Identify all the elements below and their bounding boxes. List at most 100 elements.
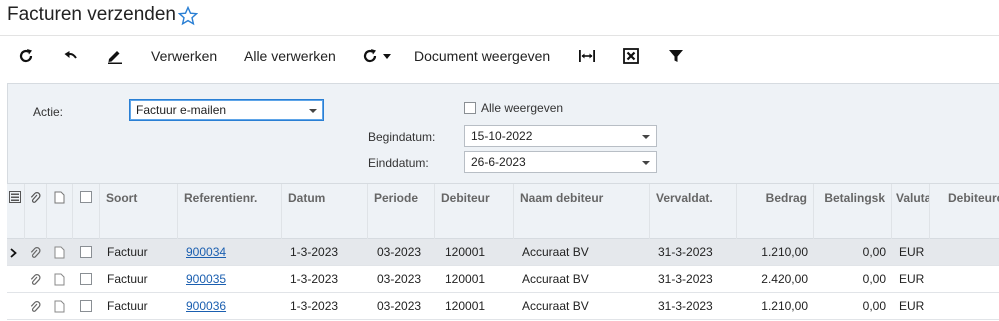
show-all-label: Alle weergeven	[481, 101, 564, 115]
pencil-icon	[108, 51, 122, 64]
filter-icon	[669, 50, 683, 62]
filter-panel: Actie: Factuur e-mailen Alle weergeven B…	[7, 83, 999, 183]
cell-debtor: 120001	[445, 272, 486, 286]
cell-type: Factuur	[107, 272, 148, 286]
end-date-value: 26-6-2023	[471, 155, 526, 169]
note-icon[interactable]	[54, 273, 65, 286]
cell-due-date: 31-3-2023	[658, 245, 713, 259]
cell-ref-link[interactable]: 900036	[186, 293, 276, 320]
cell-ref-link[interactable]: 900035	[186, 266, 276, 293]
table-row[interactable]: Factuur 900035 1-3-2023 03-2023 120001 A…	[7, 266, 999, 293]
row-checkbox[interactable]	[80, 300, 92, 312]
excel-icon	[623, 48, 639, 64]
paperclip-icon[interactable]	[29, 273, 41, 286]
column-settings-header[interactable]	[7, 184, 25, 239]
cell-debtor-name: Accuraat BV	[522, 272, 589, 286]
cell-debtor-name: Accuraat BV	[522, 245, 589, 259]
cell-currency: EUR	[899, 245, 925, 259]
table-row[interactable]: Factuur 900036 1-3-2023 03-2023 120001 A…	[7, 293, 999, 320]
attachment-column-header	[25, 184, 47, 239]
cell-due-date: 31-3-2023	[658, 299, 713, 313]
start-date-label: Begindatum:	[368, 130, 436, 144]
select-all-checkbox[interactable]	[80, 191, 92, 203]
header-currency[interactable]: Valuta	[892, 184, 930, 239]
cell-ref-link[interactable]: 900034	[186, 239, 276, 266]
cell-period: 03-2023	[377, 245, 422, 259]
cell-amount: 1.210,00	[761, 245, 808, 259]
end-date-select[interactable]: 26-6-2023	[464, 151, 657, 173]
page-title: Facturen verzenden	[7, 4, 176, 25]
refresh-button[interactable]	[18, 36, 34, 76]
action-label: Actie:	[33, 105, 64, 119]
cell-date: 1-3-2023	[290, 245, 339, 259]
header-date[interactable]: Datum	[282, 184, 368, 239]
filter-button[interactable]	[668, 36, 684, 76]
cell-amount: 2.420,00	[761, 272, 808, 286]
cell-debtor: 120001	[445, 299, 486, 313]
cell-date: 1-3-2023	[290, 272, 339, 286]
note-icon	[54, 191, 65, 204]
cell-debtor: 120001	[445, 245, 486, 259]
end-date-label: Einddatum:	[368, 156, 429, 170]
refresh-icon	[19, 49, 33, 63]
cell-amount: 1.210,00	[761, 299, 808, 313]
row-selector-arrow-icon	[10, 248, 17, 258]
cell-due-date: 31-3-2023	[658, 272, 713, 286]
header-period[interactable]: Periode	[368, 184, 435, 239]
header-due-date[interactable]: Vervaldat.	[650, 184, 737, 239]
header-debtor-extra[interactable]: Debiteurc	[930, 184, 999, 239]
note-icon[interactable]	[54, 246, 65, 259]
chevron-down-icon	[309, 109, 317, 113]
show-all-checkbox[interactable]	[464, 102, 476, 114]
edit-button[interactable]	[106, 36, 124, 76]
paperclip-icon	[30, 192, 41, 203]
view-document-button[interactable]: Document weergeven	[414, 36, 550, 76]
select-all-header	[73, 184, 100, 239]
cell-type: Factuur	[107, 299, 148, 313]
cell-currency: EUR	[899, 272, 925, 286]
note-column-header	[47, 184, 73, 239]
column-settings-icon	[9, 191, 21, 203]
undo-icon	[64, 51, 77, 59]
title-bar: Facturen verzenden	[0, 0, 999, 36]
header-ref[interactable]: Referentienr.	[178, 184, 282, 239]
cell-payment-discount: 0,00	[862, 272, 886, 286]
header-debtor-name[interactable]: Naam debiteur	[514, 184, 650, 239]
chevron-down-icon	[383, 54, 391, 59]
cell-period: 03-2023	[377, 299, 422, 313]
paperclip-icon[interactable]	[29, 246, 41, 259]
process-all-button[interactable]: Alle verwerken	[244, 36, 336, 76]
header-amount[interactable]: Bedrag	[737, 184, 814, 239]
favorite-star-icon[interactable]	[178, 6, 198, 26]
fit-to-width-button[interactable]	[578, 36, 596, 76]
export-excel-button[interactable]	[623, 36, 639, 76]
start-date-select[interactable]: 15-10-2022	[464, 125, 657, 147]
process-button[interactable]: Verwerken	[151, 36, 217, 76]
refresh-dropdown-button[interactable]	[362, 36, 392, 76]
cell-date: 1-3-2023	[290, 299, 339, 313]
row-checkbox[interactable]	[80, 273, 92, 285]
note-icon[interactable]	[54, 300, 65, 313]
header-type[interactable]: Soort	[100, 184, 178, 239]
start-date-value: 15-10-2022	[471, 129, 533, 143]
grid-header: Soort Referentienr. Datum Periode Debite…	[7, 183, 999, 239]
undo-button[interactable]	[63, 36, 79, 76]
cell-currency: EUR	[899, 299, 925, 313]
cell-period: 03-2023	[377, 272, 422, 286]
chevron-down-icon	[642, 161, 650, 165]
header-debtor[interactable]: Debiteur	[435, 184, 514, 239]
row-checkbox[interactable]	[80, 246, 92, 258]
cell-payment-discount: 0,00	[862, 299, 886, 313]
invoice-grid: Soort Referentienr. Datum Periode Debite…	[7, 183, 999, 321]
action-select[interactable]: Factuur e-mailen	[129, 99, 324, 121]
cell-payment-discount: 0,00	[862, 245, 886, 259]
table-row[interactable]: Factuur 900034 1-3-2023 03-2023 120001 A…	[7, 239, 999, 266]
toolbar: Verwerken Alle verwerken Document weerge…	[0, 36, 999, 80]
action-select-value: Factuur e-mailen	[136, 103, 227, 117]
cell-debtor-name: Accuraat BV	[522, 299, 589, 313]
header-payment-discount[interactable]: Betalingsk	[814, 184, 892, 239]
fit-width-icon	[579, 50, 595, 62]
refresh-icon	[363, 49, 377, 63]
cell-type: Factuur	[107, 245, 148, 259]
paperclip-icon[interactable]	[29, 300, 41, 313]
